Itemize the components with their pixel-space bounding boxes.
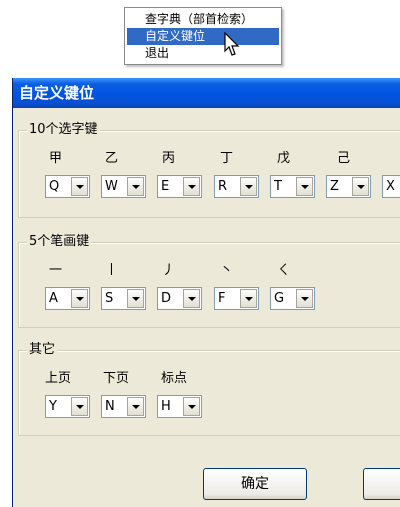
select-key-combo-4[interactable]: R bbox=[214, 175, 259, 198]
select-keys-group: 10个选字键 甲 乙 丙 丁 戊 己 Q W E R T Z X bbox=[18, 122, 400, 218]
select-key-value-1: Q bbox=[49, 179, 60, 194]
select-key-value-4: R bbox=[218, 179, 228, 194]
menu-item-dictionary[interactable]: 查字典（部首检索） bbox=[127, 11, 279, 28]
chevron-down-icon[interactable] bbox=[127, 289, 144, 308]
other-key-combo-3[interactable]: H bbox=[157, 395, 202, 418]
stroke-label-dian: 丶 bbox=[220, 263, 234, 278]
other-key-value-1: Y bbox=[49, 399, 57, 414]
group-title-stroke-keys: 5个笔画键 bbox=[27, 234, 92, 250]
stroke-keys-group: 5个笔画键 一 丨 丿 丶 ㄑ A S D F G bbox=[18, 234, 400, 328]
chevron-down-icon[interactable] bbox=[352, 177, 369, 196]
stroke-key-combo-1[interactable]: A bbox=[45, 287, 90, 310]
other-key-combo-2[interactable]: N bbox=[101, 395, 146, 418]
other-key-value-2: N bbox=[105, 399, 115, 414]
stroke-key-value-5: G bbox=[274, 291, 285, 306]
other-label-page-up: 上页 bbox=[45, 371, 72, 386]
select-key-value-5: T bbox=[274, 179, 282, 194]
cancel-button[interactable] bbox=[363, 468, 400, 500]
stroke-key-value-2: S bbox=[105, 291, 114, 306]
menu-item-exit[interactable]: 退出 bbox=[127, 45, 279, 62]
stroke-key-combo-4[interactable]: F bbox=[214, 287, 259, 310]
select-key-value-3: E bbox=[161, 179, 170, 194]
chevron-down-icon[interactable] bbox=[183, 397, 200, 416]
select-key-label-ding: 丁 bbox=[220, 151, 234, 166]
chevron-down-icon[interactable] bbox=[183, 289, 200, 308]
stroke-label-pie: 丿 bbox=[162, 263, 176, 278]
select-key-value-7: X bbox=[386, 179, 395, 194]
stroke-key-combo-2[interactable]: S bbox=[101, 287, 146, 310]
chevron-down-icon[interactable] bbox=[240, 177, 257, 196]
select-key-label-ji: 己 bbox=[337, 151, 351, 166]
chevron-down-icon[interactable] bbox=[71, 397, 88, 416]
stroke-key-value-3: D bbox=[161, 291, 172, 306]
select-key-combo-6[interactable]: Z bbox=[326, 175, 371, 198]
chevron-down-icon[interactable] bbox=[127, 177, 144, 196]
menu-item-custom-keys[interactable]: 自定义键位 bbox=[127, 28, 279, 45]
select-key-combo-2[interactable]: W bbox=[101, 175, 146, 198]
other-keys-group: 其它 上页 下页 标点 Y N H bbox=[18, 342, 400, 436]
dialog-title: 自定义键位 bbox=[13, 78, 400, 108]
stroke-key-value-1: A bbox=[49, 291, 58, 306]
stroke-label-zhe: ㄑ bbox=[277, 263, 291, 278]
chevron-down-icon[interactable] bbox=[296, 289, 313, 308]
select-key-value-6: Z bbox=[330, 179, 339, 194]
ok-button[interactable]: 确定 bbox=[203, 468, 307, 500]
stroke-label-shu: 丨 bbox=[105, 263, 119, 278]
mouse-cursor-icon bbox=[224, 32, 240, 56]
select-key-label-jia: 甲 bbox=[49, 151, 63, 166]
select-key-label-wu: 戊 bbox=[277, 151, 291, 166]
select-key-combo-1[interactable]: Q bbox=[45, 175, 90, 198]
select-key-combo-3[interactable]: E bbox=[157, 175, 202, 198]
chevron-down-icon[interactable] bbox=[240, 289, 257, 308]
context-menu: 查字典（部首检索） 自定义键位 退出 bbox=[124, 7, 282, 65]
chevron-down-icon[interactable] bbox=[183, 177, 200, 196]
chevron-down-icon[interactable] bbox=[71, 289, 88, 308]
select-key-combo-5[interactable]: T bbox=[270, 175, 315, 198]
custom-keys-dialog: 自定义键位 10个选字键 甲 乙 丙 丁 戊 己 Q W E R T Z X 5… bbox=[12, 78, 400, 507]
stroke-key-combo-5[interactable]: G bbox=[270, 287, 315, 310]
group-title-other-keys: 其它 bbox=[27, 342, 58, 358]
chevron-down-icon[interactable] bbox=[127, 397, 144, 416]
stroke-key-combo-3[interactable]: D bbox=[157, 287, 202, 310]
other-label-page-down: 下页 bbox=[103, 371, 130, 386]
stroke-key-value-4: F bbox=[218, 291, 226, 306]
other-key-combo-1[interactable]: Y bbox=[45, 395, 90, 418]
group-title-select-keys: 10个选字键 bbox=[27, 122, 100, 138]
stroke-label-heng: 一 bbox=[49, 263, 63, 278]
chevron-down-icon[interactable] bbox=[296, 177, 313, 196]
select-key-label-yi: 乙 bbox=[105, 151, 119, 166]
other-label-punctuation: 标点 bbox=[161, 371, 188, 386]
other-key-value-3: H bbox=[161, 399, 171, 414]
select-key-value-2: W bbox=[105, 179, 118, 194]
select-key-label-bing: 丙 bbox=[162, 151, 176, 166]
select-key-combo-7[interactable]: X bbox=[382, 175, 400, 198]
chevron-down-icon[interactable] bbox=[71, 177, 88, 196]
